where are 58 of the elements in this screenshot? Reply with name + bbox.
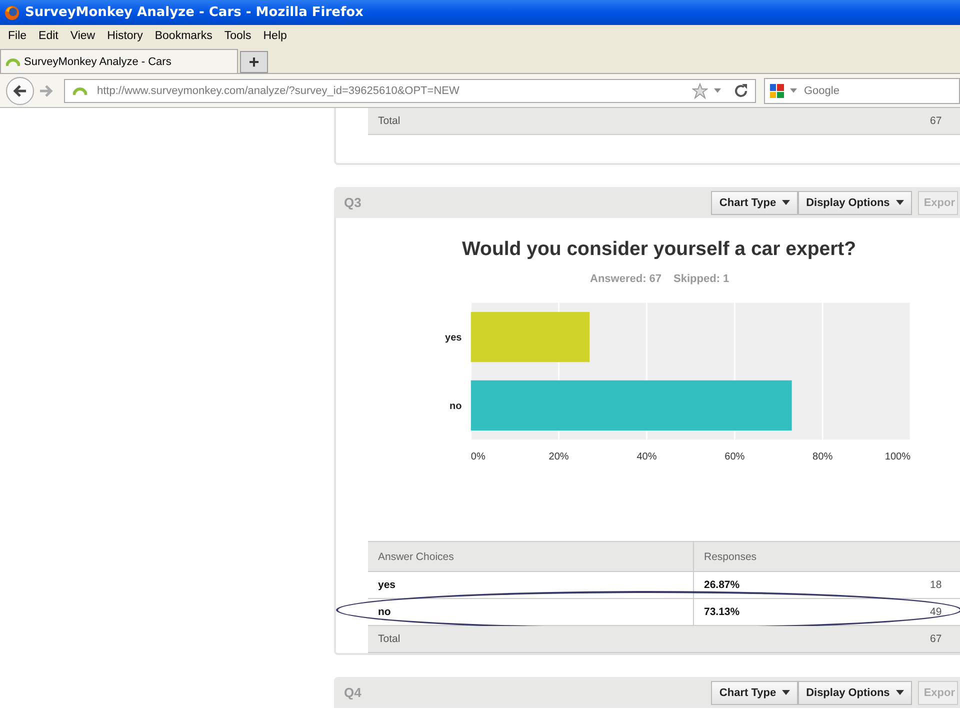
total-label: Total [377,633,402,645]
monkey-logo-icon [73,86,87,96]
search-engine-logo-icon [769,82,785,98]
menu-item[interactable]: File [2,30,33,42]
table-cell-text: yes [377,579,397,591]
table-cell: 73.13% [693,599,893,625]
header-dropdown-button[interactable]: Chart Type [711,680,798,704]
total-label: Total [377,115,402,127]
window-title: SurveyMonkey Analyze - Cars - Mozilla Firefox [25,5,364,20]
menu-item[interactable]: History [101,30,149,42]
axis-tick-label: 40% [636,452,657,463]
browser-logo-icon [4,4,20,20]
question-number: Q3 [344,195,362,210]
url-text: http://www.surveymonkey.com/analyze/?survey_id=39625610&OPT=NEW [97,84,460,96]
browser-tab[interactable]: SurveyMonkey Analyze - Cars [0,49,238,73]
tab-label: SurveyMonkey Analyze - Cars [24,56,172,68]
menu-item[interactable]: Help [257,30,293,42]
caret-icon [782,200,790,205]
table-cell: 26.87% [693,572,893,598]
address-field[interactable]: http://www.surveymonkey.com/analyze/?survey_id=39625610&OPT=NEW [64,78,756,102]
back-button[interactable] [6,76,34,104]
axis-tick-label: 100% [884,452,911,463]
axis-tick-label: 80% [812,452,833,463]
category-label: yes [445,332,462,344]
total-value: 67 [930,633,942,645]
menu-item[interactable]: Edit [32,30,64,42]
caret-icon [782,690,790,695]
axis-tick-label: 0% [470,452,486,463]
dropdown-caret-icon[interactable] [714,88,721,93]
answered-count: Answered: 67 [590,273,662,285]
new-tab-button[interactable]: + [240,51,268,73]
header-dropdown-button[interactable]: Chart Type [711,190,798,214]
monkey-logo-icon [6,56,20,66]
reload-icon[interactable] [733,82,749,98]
question-title: Would you consider yourself a car expert? [462,238,856,261]
table-cell-text: no [377,606,392,618]
table-cell: 18 [930,579,942,591]
column-header: Responses [693,542,893,571]
axis-tick-label: 60% [724,452,745,463]
header-dropdown-button[interactable]: Display Options [798,190,912,214]
menu-item[interactable]: Tools [218,30,258,42]
menu-item[interactable]: View [64,30,102,42]
caret-icon [896,690,904,695]
header-dropdown-button[interactable]: Display Options [798,680,912,704]
skipped-count: Skipped: 1 [674,273,730,285]
category-label: no [450,401,462,412]
search-bar[interactable]: Google [764,78,960,104]
total-value: 67 [930,115,942,127]
star-icon[interactable] [692,82,708,98]
caret-icon [896,200,904,205]
dropdown-caret-icon[interactable] [790,88,797,93]
axis-tick-label: 20% [548,452,569,463]
back-arrow-icon [12,82,28,98]
column-header: Answer Choices [377,550,455,562]
forward-arrow-icon[interactable] [38,82,54,98]
table-cell: 49 [930,606,942,618]
question-number: Q4 [344,685,362,700]
menu-item[interactable]: Bookmarks [148,30,218,42]
